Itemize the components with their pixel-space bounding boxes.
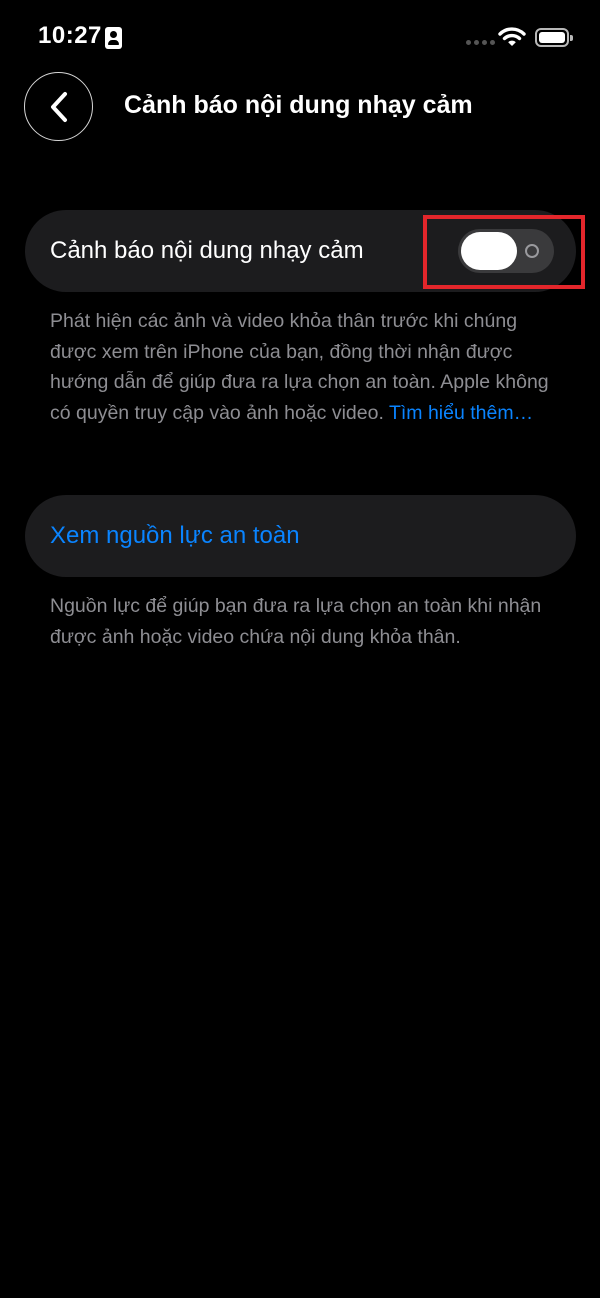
back-button[interactable]: [24, 72, 93, 141]
safety-resources-description: Nguồn lực để giúp bạn đưa ra lựa chọn an…: [50, 595, 542, 648]
sensitive-warning-row: Cảnh báo nội dung nhạy cảm: [25, 210, 576, 292]
status-time: 10:27: [38, 22, 102, 49]
toggle-knob: [461, 232, 517, 270]
view-safety-resources-label: Xem nguồn lực an toàn: [50, 522, 300, 549]
sensitive-content-warning-screen: 10:27 Cảnh báo nội dung nhạy cảm Cảnh bá…: [0, 0, 600, 1298]
sensitive-warning-label: Cảnh báo nội dung nhạy cảm: [50, 237, 364, 264]
status-bar: 10:27: [0, 0, 600, 76]
learn-more-link[interactable]: Tìm hiểu thêm…: [389, 402, 533, 424]
view-safety-resources-button[interactable]: Xem nguồn lực an toàn: [25, 495, 576, 577]
sensitive-warning-toggle[interactable]: [458, 229, 554, 273]
battery-icon: [535, 28, 573, 47]
id-card-icon: [105, 27, 122, 49]
wifi-icon: [498, 27, 526, 46]
toggle-off-icon: [525, 244, 539, 258]
cellular-signal-icon: [466, 40, 495, 45]
chevron-left-icon: [50, 91, 67, 122]
page-title: Cảnh báo nội dung nhạy cảm: [124, 91, 473, 119]
sensitive-warning-description: Phát hiện các ảnh và video khỏa thân trư…: [50, 306, 550, 428]
